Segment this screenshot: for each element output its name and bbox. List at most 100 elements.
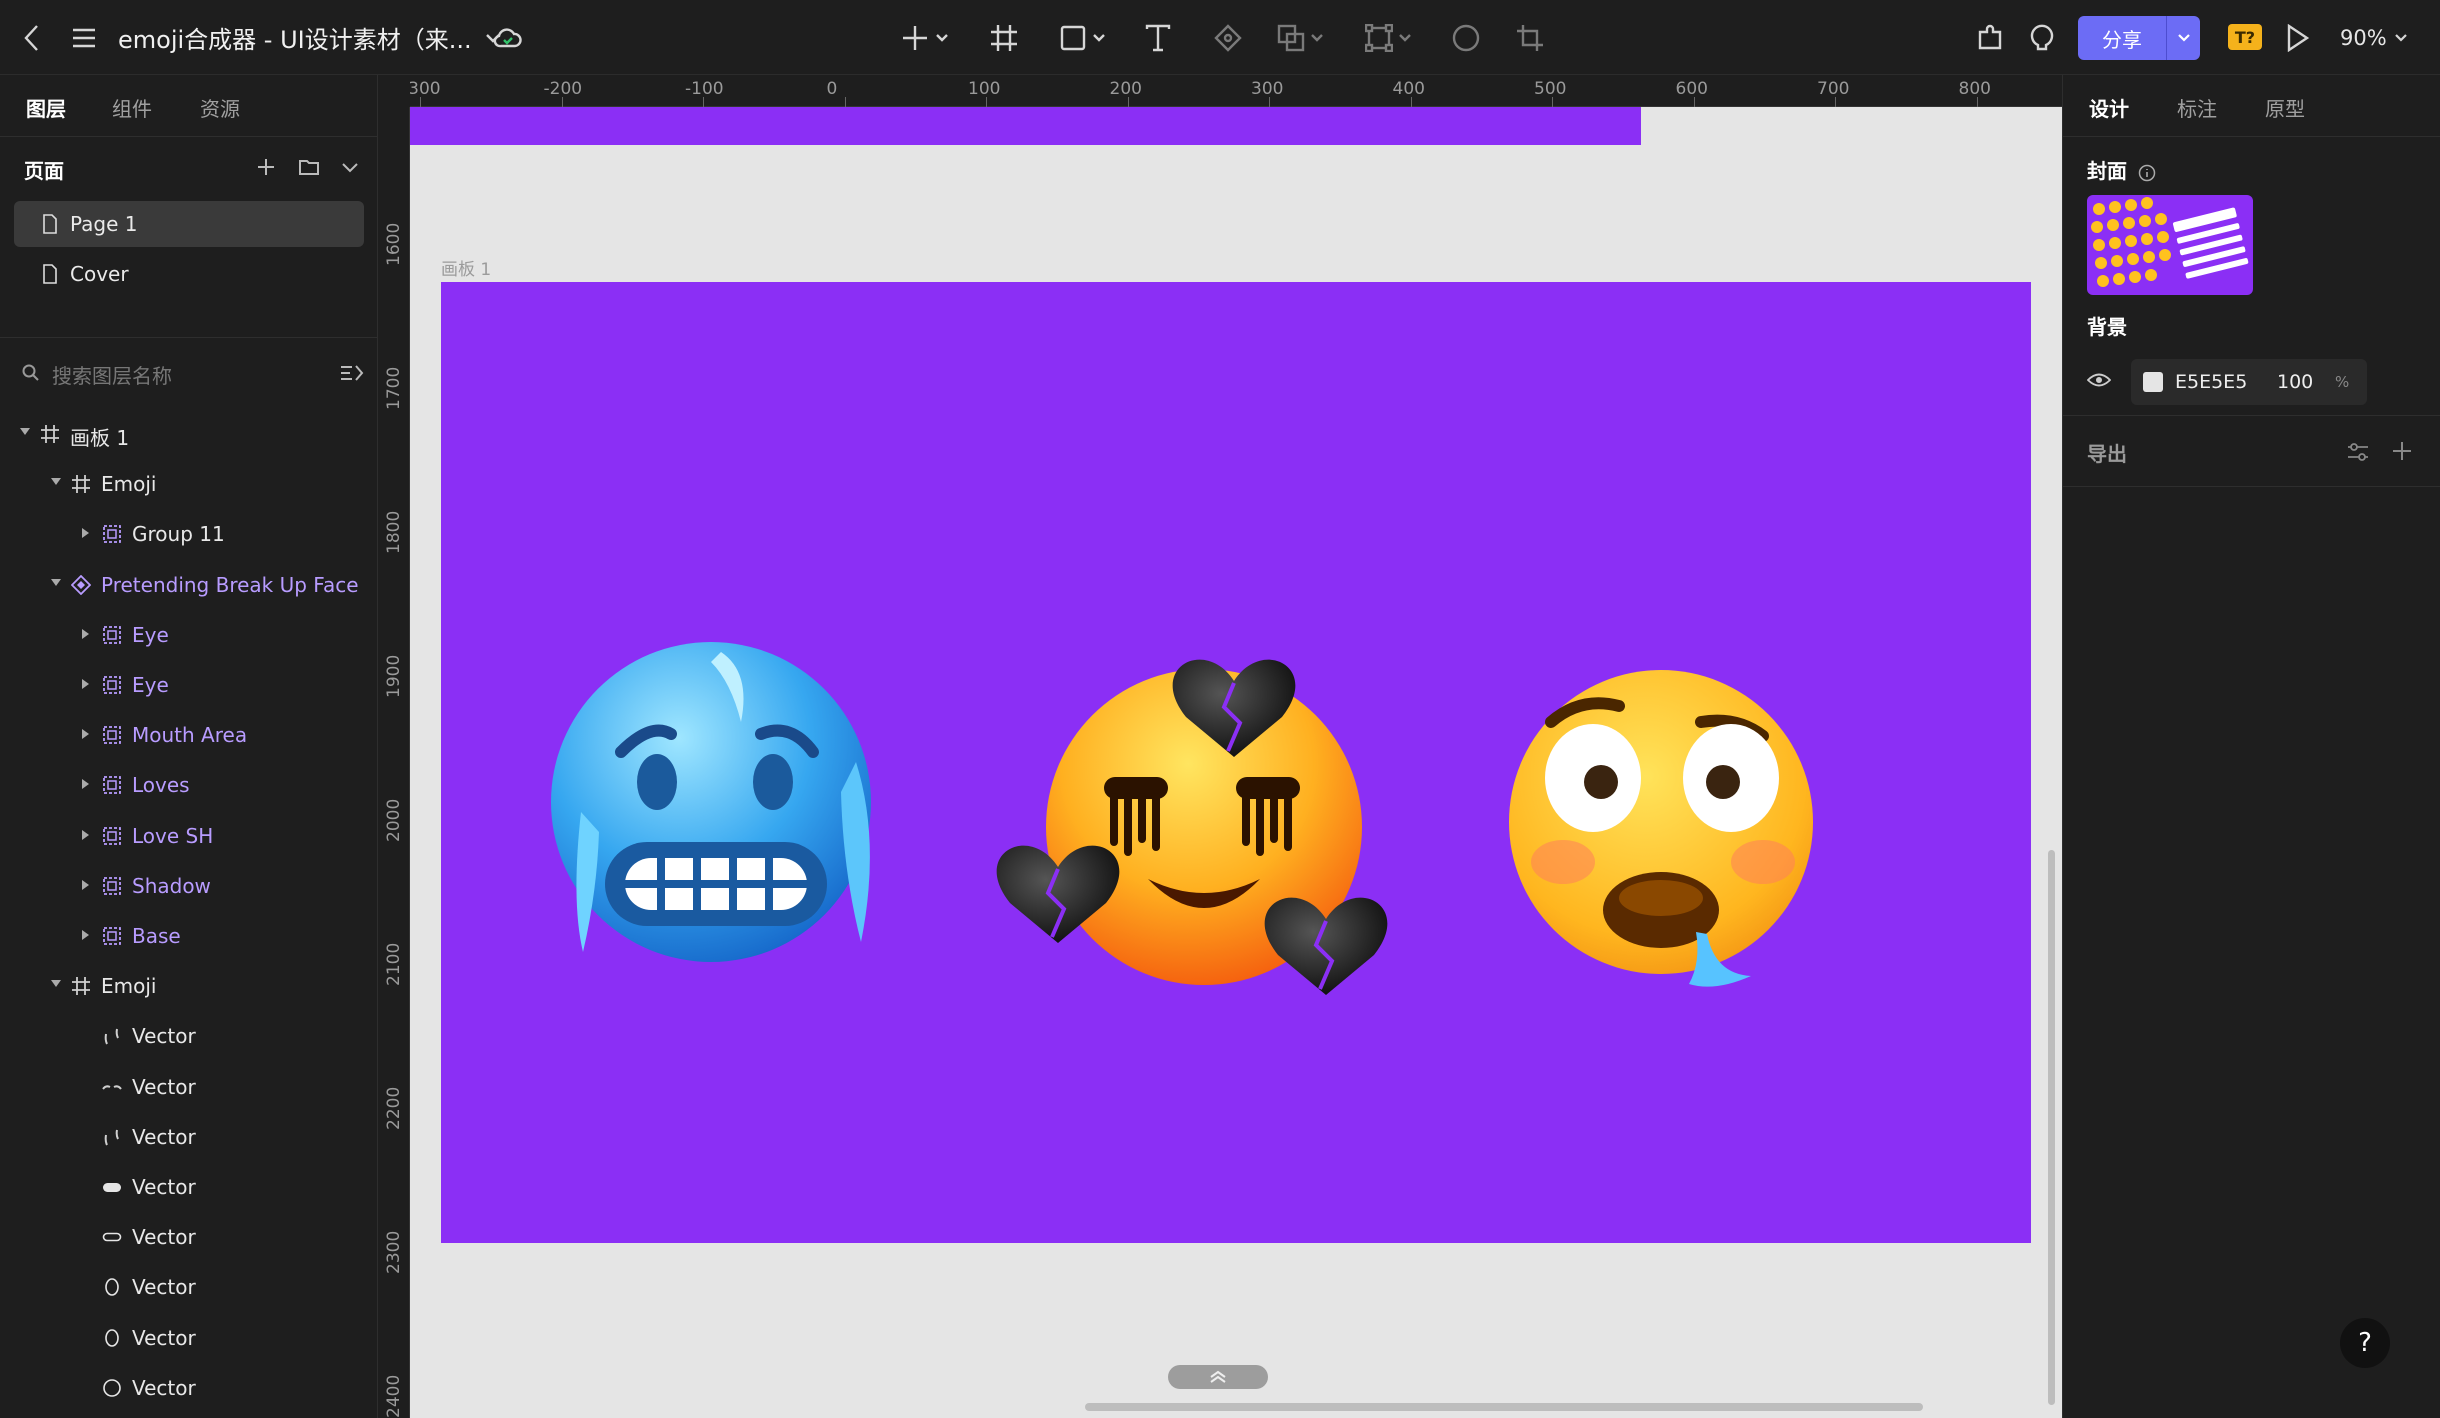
plugin-icon[interactable] [1970, 0, 2010, 75]
caret-right-icon[interactable] [82, 879, 89, 890]
layer-row[interactable]: Vector [0, 1363, 378, 1413]
caret-right-icon[interactable] [82, 829, 89, 840]
tab-layers[interactable]: 图层 [26, 93, 66, 122]
export-settings-icon[interactable] [2347, 442, 2369, 462]
design-canvas[interactable]: 画板 1 -300 -200 -100 0 100 200 300 400 50… [378, 75, 2062, 1418]
layer-row[interactable]: Love SH [0, 811, 378, 861]
lightbulb-icon[interactable] [2022, 0, 2062, 75]
chevron-down-icon[interactable] [342, 163, 358, 173]
frame-icon [71, 976, 91, 996]
layer-row[interactable]: Loves [0, 760, 378, 810]
artboard[interactable] [441, 282, 2031, 1243]
caret-down-icon[interactable] [51, 578, 61, 586]
layer-row[interactable]: Eye [0, 660, 378, 710]
vector-edit-tool[interactable] [1358, 0, 1418, 75]
layer-row[interactable]: Vector [0, 1212, 378, 1262]
broken-heart-face-emoji[interactable] [996, 627, 1396, 1017]
color-swatch[interactable] [2143, 372, 2163, 392]
frame-tool-icon[interactable] [984, 0, 1024, 75]
layer-name: 画板 1 [70, 426, 130, 450]
cover-thumbnail[interactable] [2087, 195, 2253, 295]
insert-tool[interactable] [894, 0, 954, 75]
share-button[interactable]: 分享 [2078, 16, 2166, 60]
tab-design[interactable]: 设计 [2089, 93, 2129, 122]
layer-search[interactable]: 搜索图层名称 [0, 337, 378, 405]
caret-right-icon[interactable] [82, 779, 89, 790]
layer-name: Loves [132, 773, 190, 798]
ruler-h-tick: 300 [1251, 79, 1284, 99]
layer-row[interactable]: Vector [0, 1062, 378, 1112]
page-item-page-1[interactable]: Page 1 [14, 201, 364, 247]
pages-label: 页面 [24, 159, 64, 183]
back-icon[interactable] [14, 0, 50, 75]
tab-components[interactable]: 组件 [112, 93, 152, 122]
page-item-cover[interactable]: Cover [14, 251, 364, 297]
horizontal-scrollbar[interactable] [1085, 1403, 1923, 1411]
search-input[interactable]: 搜索图层名称 [52, 360, 172, 389]
layer-row[interactable]: Emoji [0, 459, 378, 509]
layer-name: Emoji [101, 472, 157, 497]
chevron-down-icon [2177, 34, 2190, 42]
cold-face-emoji[interactable] [551, 642, 891, 982]
play-prototype-icon[interactable] [2278, 0, 2318, 75]
background-opacity[interactable]: 100 [2277, 371, 2313, 393]
crop-tool-icon[interactable] [1510, 0, 1550, 75]
ai-assistant-icon[interactable]: T? [2228, 24, 2262, 50]
layer-row[interactable]: Vector [0, 1162, 378, 1212]
document-title[interactable]: emoji合成器 - UI设计素材（来... [118, 0, 500, 75]
layer-row[interactable]: 画板 1 [0, 409, 378, 459]
caret-down-icon[interactable] [20, 428, 30, 435]
layer-name: Mouth Area [132, 723, 248, 748]
tab-prototype[interactable]: 原型 [2265, 93, 2305, 122]
layer-row[interactable]: Base [0, 911, 378, 961]
layer-name: Vector [132, 1175, 196, 1199]
tab-annotate[interactable]: 标注 [2177, 93, 2217, 122]
share-options-button[interactable] [2166, 16, 2200, 60]
layer-name: Eye [132, 673, 169, 697]
tab-assets[interactable]: 资源 [200, 93, 240, 122]
layer-row[interactable]: Emoji [0, 961, 378, 1011]
filter-icon[interactable] [340, 364, 364, 382]
layer-row[interactable]: Vector [0, 1011, 378, 1061]
vertical-scrollbar[interactable] [2048, 850, 2055, 1405]
rectangle-tool[interactable] [1052, 0, 1112, 75]
layer-row[interactable]: Vector [0, 1262, 378, 1312]
mask-tool-icon[interactable] [1446, 0, 1486, 75]
caret-right-icon[interactable] [82, 729, 89, 740]
ruler-v-tick: 1700 [384, 366, 404, 410]
previous-artboard-strip[interactable] [409, 107, 1641, 145]
component-icon [70, 574, 92, 595]
info-icon[interactable] [2138, 164, 2156, 182]
text-tool-icon[interactable] [1138, 0, 1178, 75]
caret-down-icon[interactable] [51, 478, 61, 486]
caret-down-icon[interactable] [51, 980, 61, 988]
layer-row[interactable]: Eye [0, 610, 378, 660]
caret-right-icon[interactable] [82, 528, 89, 539]
background-hex[interactable]: E5E5E5 [2175, 371, 2247, 393]
layer-row[interactable]: Shadow [0, 861, 378, 911]
layer-row[interactable]: Mouth Area [0, 710, 378, 760]
folder-icon[interactable] [298, 157, 320, 177]
eye-icon[interactable] [2087, 371, 2111, 389]
artboard-label[interactable]: 画板 1 [441, 255, 491, 280]
caret-right-icon[interactable] [82, 679, 89, 689]
vector-circle-icon [102, 1378, 122, 1398]
menu-icon[interactable] [64, 0, 104, 75]
layer-row[interactable]: Group 11 [0, 509, 378, 559]
add-page-icon[interactable] [256, 157, 276, 177]
layer-row[interactable]: Pretending Break Up Face [0, 560, 378, 610]
component-tool-icon[interactable] [1208, 0, 1248, 75]
zoom-dropdown[interactable]: 90% [2340, 0, 2407, 75]
layer-row[interactable]: Vector [0, 1112, 378, 1162]
bottom-panel-toggle[interactable] [1168, 1365, 1268, 1389]
ruler-v-tick: 2400 [384, 1374, 404, 1418]
background-color-field[interactable]: E5E5E5 100 % [2131, 359, 2367, 405]
drooling-shocked-face-emoji[interactable] [1501, 662, 1841, 1002]
layer-row[interactable]: Vector [0, 1313, 378, 1363]
boolean-tool[interactable] [1270, 0, 1330, 75]
help-button[interactable]: ? [2340, 1318, 2390, 1368]
horizontal-ruler: -300 -200 -100 0 100 200 300 400 500 600 700 800 [378, 75, 2062, 107]
caret-right-icon[interactable] [82, 930, 89, 940]
add-export-icon[interactable] [2391, 440, 2413, 462]
caret-right-icon[interactable] [82, 628, 89, 639]
